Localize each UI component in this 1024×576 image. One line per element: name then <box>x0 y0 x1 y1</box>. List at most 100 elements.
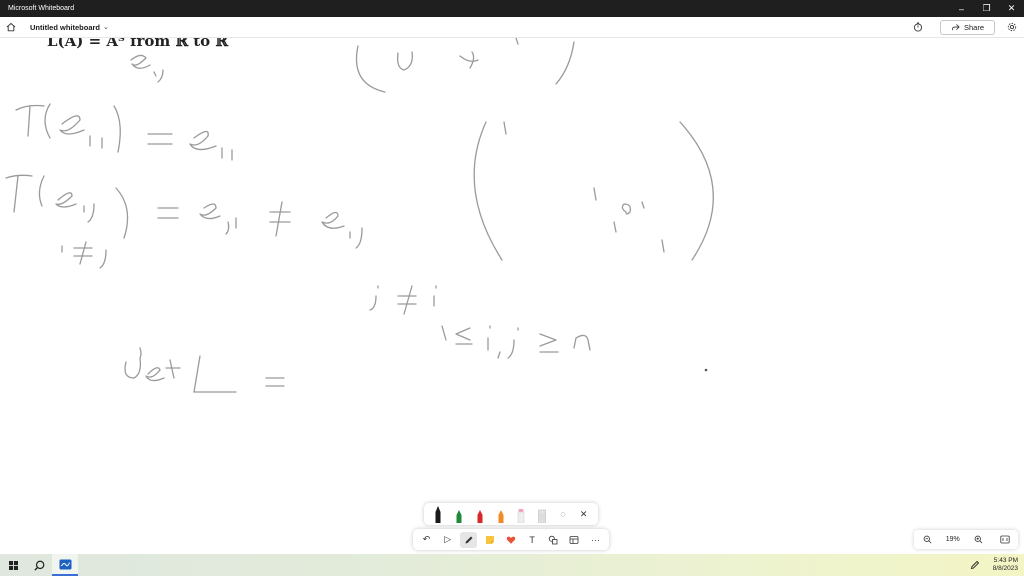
ink-stroke <box>593 187 597 201</box>
close-button[interactable]: ✕ <box>999 0 1024 17</box>
lasso-icon: ◌ <box>560 509 566 519</box>
bottom-toolbar: ↶ ▷ T ··· <box>413 529 609 550</box>
app-title: Microsoft Whiteboard <box>8 5 75 12</box>
ink-stroke <box>44 103 51 139</box>
restore-button[interactable]: ❐ <box>974 0 999 17</box>
ink-stroke <box>157 207 179 219</box>
board-title: Untitled whiteboard <box>30 22 100 32</box>
pen-tray: ◌ ✕ <box>424 503 598 525</box>
select-tool-button[interactable]: ▷ <box>439 532 456 548</box>
ink-stroke <box>89 135 103 149</box>
template-icon <box>569 535 579 544</box>
text-tool-button[interactable]: T <box>524 532 541 548</box>
ink-stroke <box>459 51 479 69</box>
pen-menu-icon <box>970 560 979 570</box>
app-top-bar: Untitled whiteboard ⌄ Share <box>0 17 1024 38</box>
lasso-button[interactable]: ◌ <box>556 505 570 523</box>
ink-stroke <box>265 377 285 387</box>
ink-stroke <box>497 351 501 359</box>
ink-stroke <box>193 355 237 393</box>
pen-black-icon <box>435 506 441 523</box>
pen-black[interactable] <box>431 503 445 523</box>
ink-stroke <box>147 133 173 145</box>
ink-stroke <box>165 359 181 379</box>
pointer-icon: ▷ <box>444 534 452 544</box>
ink-stroke <box>473 121 503 261</box>
templates-button[interactable] <box>566 532 583 548</box>
chevron-down-icon: ⌄ <box>103 24 109 31</box>
highlighter-pink[interactable] <box>514 503 528 523</box>
settings-button[interactable] <box>1004 19 1020 35</box>
more-icon: ··· <box>590 534 600 545</box>
whiteboard-canvas[interactable]: L(A) = Aᵀ from ℝ to ℝ <box>0 38 1024 554</box>
zoom-level[interactable]: 19% <box>946 536 960 543</box>
eraser[interactable] <box>535 503 549 523</box>
ink-stroke <box>15 104 45 137</box>
ink-stroke <box>221 147 233 161</box>
zoom-in-button[interactable] <box>970 532 986 548</box>
pen-green-icon <box>456 510 462 523</box>
ink-stroke <box>621 203 632 215</box>
ink-stroke <box>145 367 165 382</box>
more-tools-button[interactable]: ··· <box>587 532 604 548</box>
ink-stroke <box>199 203 221 220</box>
shapes-icon <box>549 535 558 544</box>
undo-icon: ↶ <box>422 534 431 544</box>
board-title-menu[interactable]: Untitled whiteboard ⌄ <box>30 23 109 32</box>
window-controls: – ❐ ✕ <box>949 0 1024 17</box>
sticky-note-icon <box>485 535 494 544</box>
pen-green[interactable] <box>452 503 466 523</box>
timer-button[interactable] <box>910 19 926 35</box>
ink-stroke <box>573 334 591 351</box>
zoom-out-button[interactable] <box>919 532 935 548</box>
windows-logo-icon <box>8 560 18 570</box>
ink-stroke <box>396 51 413 71</box>
pen-icon <box>465 536 473 543</box>
home-button[interactable] <box>0 17 22 38</box>
ink-stroke <box>441 325 447 341</box>
ink-stroke <box>515 38 519 45</box>
text-icon: T <box>529 534 535 545</box>
taskbar: 5:43 PM 8/8/2023 <box>0 554 1024 576</box>
heart-icon <box>506 536 516 544</box>
pen-red[interactable] <box>473 503 487 523</box>
gear-icon <box>1007 22 1017 32</box>
close-icon: ✕ <box>579 508 588 519</box>
zoom-in-icon <box>974 535 983 544</box>
fit-to-screen-button[interactable] <box>997 532 1013 548</box>
ink-stroke <box>503 121 507 135</box>
ink-stroke <box>641 201 645 209</box>
highlighter-icon <box>518 509 525 523</box>
share-button[interactable]: Share <box>940 19 995 35</box>
taskbar-search-button[interactable] <box>26 554 52 576</box>
ink-stroke <box>555 41 575 85</box>
ink-stroke <box>397 285 417 315</box>
inking-tool-button[interactable] <box>460 531 478 548</box>
ink-stroke <box>130 54 151 69</box>
ink-stroke <box>269 201 291 237</box>
fit-screen-icon <box>1000 535 1010 544</box>
system-clock[interactable]: 5:43 PM 8/8/2023 <box>993 557 1018 573</box>
clock-date: 8/8/2023 <box>992 565 1018 572</box>
taskbar-whiteboard-app[interactable] <box>52 554 78 576</box>
sticky-note-button[interactable] <box>481 532 498 548</box>
ink-stroke <box>189 130 217 151</box>
share-label: Share <box>963 22 984 32</box>
ink-stroke <box>539 333 559 353</box>
start-button[interactable] <box>0 554 26 576</box>
reactions-button[interactable] <box>502 532 519 548</box>
handwritten-ink[interactable] <box>0 38 1024 554</box>
close-pen-tray-button[interactable]: ✕ <box>577 505 591 523</box>
minimize-button[interactable]: – <box>949 0 974 17</box>
pen-orange[interactable] <box>494 503 508 523</box>
ink-stroke <box>83 203 95 223</box>
undo-button[interactable]: ↶ <box>418 532 435 548</box>
ink-stroke <box>61 241 107 269</box>
ink-stroke <box>487 325 491 351</box>
ink-stroke <box>321 211 345 229</box>
shapes-button[interactable] <box>545 532 562 548</box>
ink-stroke <box>349 227 363 249</box>
window-title-bar: Microsoft Whiteboard – ❐ ✕ <box>0 0 1024 17</box>
pen-menu-button[interactable] <box>967 557 983 573</box>
ink-stroke <box>124 347 142 379</box>
